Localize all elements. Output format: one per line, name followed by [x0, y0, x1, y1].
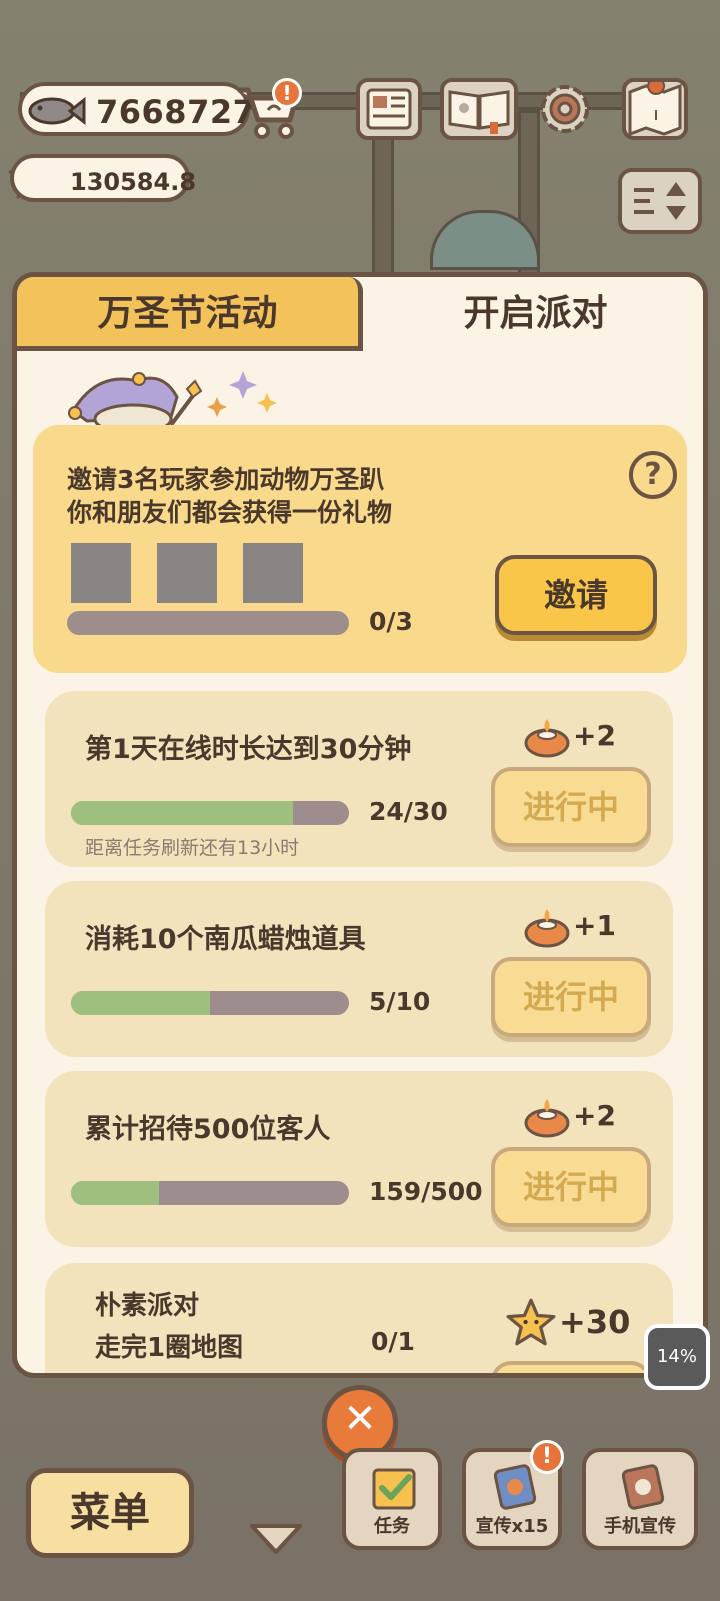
invite-friend-slot	[243, 543, 303, 603]
menu-button[interactable]: 菜单	[26, 1468, 194, 1558]
newspaper-icon	[366, 88, 412, 130]
tasks-label: 任务	[374, 1516, 410, 1537]
invite-friend-slot	[71, 543, 131, 603]
task-progress-fill	[71, 1181, 160, 1205]
battery-widget: 14%	[644, 1324, 710, 1390]
task-progress-bar	[71, 991, 349, 1015]
phone-promotion-label: 手机宣传	[604, 1516, 676, 1537]
star-value: 130584.8	[70, 168, 197, 196]
pumpkin-candle-icon	[524, 909, 570, 948]
trellis-post-left	[372, 120, 394, 280]
star-currency-bar: 130584.8	[10, 154, 196, 202]
invite-description: 邀请3名玩家参加动物万圣趴 你和朋友们都会获得一份礼物	[67, 463, 392, 529]
checklist-icon	[372, 1468, 416, 1510]
tab-start-party[interactable]: 开启派对	[368, 277, 703, 351]
invite-friend-slot	[157, 543, 217, 603]
help-question-icon[interactable]: ?	[629, 451, 677, 499]
party-task-button[interactable]	[491, 1361, 651, 1373]
task-in-progress-button[interactable]: 进行中	[491, 957, 651, 1037]
party-task-reward: +30	[559, 1303, 631, 1341]
task-in-progress-button[interactable]: 进行中	[491, 767, 651, 847]
pumpkin-candle-icon	[524, 1099, 570, 1138]
task-progress-text: 5/10	[369, 987, 431, 1016]
task-progress-fill	[71, 991, 210, 1015]
task-progress-bar	[71, 1181, 349, 1205]
fish-icon	[28, 96, 86, 126]
invite-line-2: 你和朋友们都会获得一份礼物	[67, 498, 393, 527]
tasks-button[interactable]: 任务	[342, 1448, 442, 1550]
party-task-title: 朴素派对	[95, 1291, 200, 1321]
task-title: 累计招待500位客人	[85, 1114, 331, 1145]
task-title: 第1天在线时长达到30分钟	[85, 734, 412, 765]
task-card: 消耗10个南瓜蜡烛道具 +1 5/10 进行中	[45, 881, 673, 1057]
party-task-progress-text: 0/1	[371, 1327, 415, 1356]
task-reward: +2	[523, 1095, 633, 1139]
event-panel: 万圣节活动 开启派对 邀请3名玩家参加动物万圣趴 你和朋友们都会获得一份礼物 ?…	[12, 272, 708, 1378]
gear-icon	[541, 85, 589, 133]
tab-halloween-event[interactable]: 万圣节活动	[17, 277, 363, 351]
task-progress-text: 24/30	[369, 797, 448, 826]
shop-alert-badge: !	[272, 78, 302, 108]
task-title: 消耗10个南瓜蜡烛道具	[85, 924, 366, 955]
invite-progress-bar	[67, 611, 349, 635]
invite-card: 邀请3名玩家参加动物万圣趴 你和朋友们都会获得一份礼物 ? 0/3 邀请	[33, 425, 687, 673]
task-progress-text: 159/500	[369, 1177, 483, 1206]
invite-button[interactable]: 邀请	[495, 555, 657, 635]
task-reward: +1	[523, 905, 633, 949]
invite-line-1: 邀请3名玩家参加动物万圣趴	[67, 465, 385, 494]
task-refresh-note: 距离任务刷新还有13小时	[85, 837, 300, 859]
invite-progress-text: 0/3	[369, 607, 413, 636]
map-icon	[628, 77, 682, 137]
task-progress-bar	[71, 801, 349, 825]
party-task-card: 朴素派对 走完1圈地图 0/1 +30	[45, 1263, 673, 1373]
promotion-label: 宣传x15	[475, 1516, 549, 1537]
settings-button[interactable]	[532, 78, 598, 140]
reward-value: +2	[573, 1099, 616, 1132]
sort-icon	[634, 182, 686, 220]
reward-value: +2	[573, 719, 616, 752]
promotion-alert-badge: !	[530, 1440, 564, 1474]
fish-currency-bar: 7668727	[18, 82, 255, 136]
promo-card-icon	[493, 1464, 537, 1510]
task-card: 累计招待500位客人 +2 159/500 进行中	[45, 1071, 673, 1247]
collapse-arrow-icon[interactable]	[248, 1522, 304, 1556]
sort-toggle-button[interactable]	[618, 168, 702, 234]
party-task-goal: 走完1圈地图	[95, 1333, 244, 1363]
star-reward-icon	[506, 1298, 556, 1346]
task-progress-fill	[71, 801, 294, 825]
close-icon: ✕	[343, 1396, 377, 1442]
task-reward: +2	[523, 715, 633, 759]
map-button[interactable]	[622, 77, 688, 140]
task-in-progress-button[interactable]: 进行中	[491, 1147, 651, 1227]
phone-promo-icon	[621, 1464, 665, 1510]
catalog-book-button[interactable]	[440, 78, 518, 140]
phone-promotion-button[interactable]: 手机宣传	[582, 1448, 698, 1550]
pumpkin-candle-icon	[524, 719, 570, 758]
reward-value: +1	[573, 909, 616, 942]
newspaper-button[interactable]	[356, 78, 422, 140]
task-card: 第1天在线时长达到30分钟 +2 24/30 距离任务刷新还有13小时 进行中	[45, 691, 673, 867]
book-icon	[448, 90, 510, 134]
